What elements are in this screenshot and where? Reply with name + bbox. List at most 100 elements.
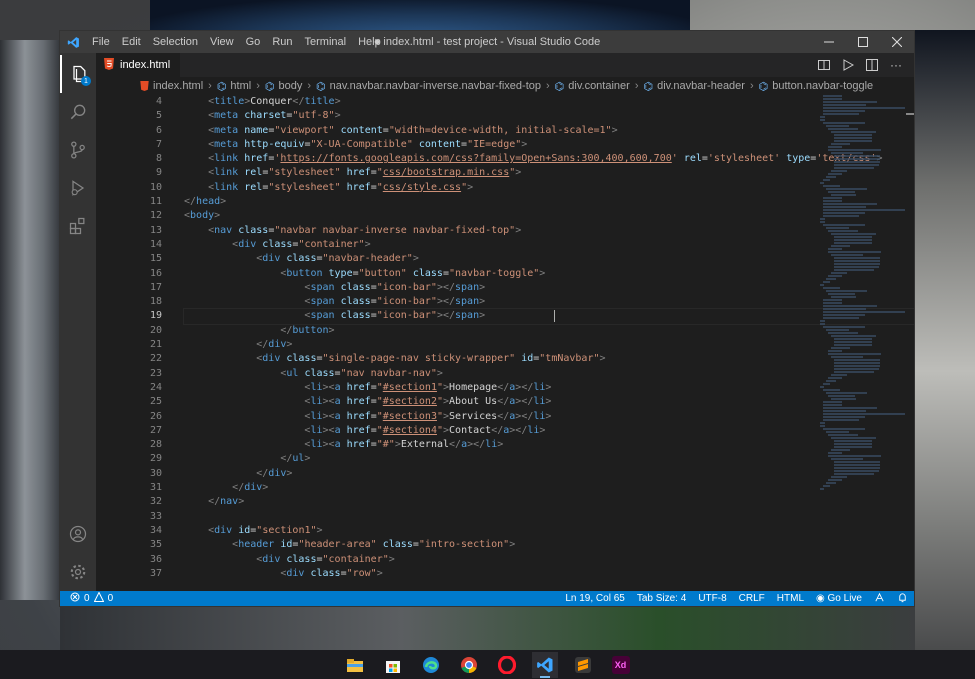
code-line[interactable]: <div class="single-page-nav sticky-wrapp… <box>184 352 914 366</box>
breadcrumb-item[interactable]: ⌬ div.navbar-header <box>644 80 745 93</box>
code-line[interactable]: <div class="row"> <box>184 567 914 581</box>
file-explorer-icon[interactable] <box>342 652 368 678</box>
code-line[interactable] <box>184 510 914 524</box>
code-line[interactable]: </div> <box>184 481 914 495</box>
code-line[interactable]: <body> <box>184 209 914 223</box>
code-line[interactable]: <meta charset="utf-8"> <box>184 109 914 123</box>
code-line[interactable]: </div> <box>184 467 914 481</box>
vscode-taskbar-icon[interactable] <box>531 651 558 678</box>
minimap-line <box>828 452 842 454</box>
code-line[interactable]: <meta http-equiv="X-UA-Compatible" conte… <box>184 138 914 152</box>
maximize-icon[interactable] <box>846 31 880 53</box>
vscode-logo-icon[interactable] <box>60 31 86 53</box>
breadcrumb-item[interactable]: ⌬ html <box>217 80 251 93</box>
menu-go[interactable]: Go <box>240 31 267 53</box>
breadcrumb-item[interactable]: index.html <box>140 80 203 92</box>
code-line[interactable]: <div class="container"> <box>184 238 914 252</box>
minimap-line <box>828 455 881 457</box>
chrome-browser-icon[interactable] <box>456 652 482 678</box>
code-line[interactable]: <nav class="navbar navbar-inverse navbar… <box>184 224 914 238</box>
minimap-line <box>831 398 856 400</box>
breadcrumb-item[interactable]: ⌬ div.container <box>555 80 630 93</box>
minimap-line <box>820 218 826 220</box>
extensions-icon[interactable] <box>60 207 96 245</box>
problems-indicator[interactable]: 0 0 <box>60 591 113 605</box>
menu-view[interactable]: View <box>204 31 240 53</box>
microsoft-store-icon[interactable] <box>380 652 406 678</box>
scrollbar-thumb[interactable] <box>906 113 914 115</box>
vertical-scrollbar[interactable] <box>906 95 914 591</box>
explorer-icon[interactable]: 1 <box>60 55 96 93</box>
code-line[interactable]: <link rel="stylesheet" href="css/style.c… <box>184 181 914 195</box>
source-control-icon[interactable] <box>60 131 96 169</box>
code-line[interactable]: <li><a href="#section1">Homepage</a></li… <box>184 381 914 395</box>
minimap-line <box>820 488 824 490</box>
menu-run[interactable]: Run <box>266 31 298 53</box>
menu-selection[interactable]: Selection <box>147 31 204 53</box>
breadcrumb-item[interactable]: ⌬ body <box>265 80 302 93</box>
html5-file-icon <box>104 57 114 73</box>
code-line[interactable]: <span class="icon-bar"></span> <box>183 308 914 325</box>
code-line[interactable]: <li><a href="#section2">About Us</a></li… <box>184 395 914 409</box>
split-editor-icon[interactable] <box>864 57 880 73</box>
code-editor[interactable]: 4 5 6 7 8 9 10 11 12 13 14 15 16 17 18 19 20 21 22 23 24 25 26… <box>96 95 914 591</box>
code-line[interactable]: <link rel="stylesheet" href="css/bootstr… <box>184 166 914 180</box>
code-line[interactable]: <li><a href="#section4">Contact</a></li> <box>184 424 914 438</box>
code-line[interactable]: </head> <box>184 195 914 209</box>
accounts-icon[interactable] <box>60 515 96 553</box>
code-line[interactable]: </ul> <box>184 452 914 466</box>
code-line[interactable]: </nav> <box>184 495 914 509</box>
adobe-xd-icon[interactable]: Xd <box>608 652 634 678</box>
line-number: 28 <box>149 439 162 451</box>
code-line[interactable]: <div class="navbar-header"> <box>184 252 914 266</box>
feedback-icon[interactable] <box>868 592 891 606</box>
minimap-line <box>820 386 824 388</box>
language-mode[interactable]: HTML <box>771 593 810 604</box>
minimap-line <box>822 122 865 124</box>
line-number: 11 <box>149 196 162 208</box>
code-line[interactable]: <meta name="viewport" content="width=dev… <box>184 124 914 138</box>
code-line[interactable]: </button> <box>184 324 914 338</box>
opera-browser-icon[interactable] <box>494 652 520 678</box>
run-icon[interactable] <box>840 57 856 73</box>
code-line[interactable]: </div> <box>184 338 914 352</box>
minimize-icon[interactable] <box>812 31 846 53</box>
code-line[interactable]: <span class="icon-bar"></span> <box>184 281 914 295</box>
menu-edit[interactable]: Edit <box>116 31 147 53</box>
code-line[interactable]: <button type="button" class="navbar-togg… <box>184 267 914 281</box>
code-line[interactable]: <span class="icon-bar"></span> <box>184 295 914 309</box>
tab-size[interactable]: Tab Size: 4 <box>631 593 692 604</box>
code-line[interactable]: <div id="section1"> <box>184 524 914 538</box>
more-actions-icon[interactable]: ··· <box>888 57 904 73</box>
minimap[interactable] <box>820 95 906 591</box>
code-line[interactable]: <div class="container"> <box>184 553 914 567</box>
tab-index-html[interactable]: index.html <box>96 53 180 77</box>
code-line[interactable]: <header id="header-area" class="intro-se… <box>184 538 914 552</box>
menu-terminal[interactable]: Terminal <box>299 31 353 53</box>
notifications-bell-icon[interactable] <box>891 592 914 606</box>
menu-file[interactable]: File <box>86 31 116 53</box>
breadcrumb-item[interactable]: ⌬ button.navbar-toggle <box>759 80 874 93</box>
code-line[interactable]: <title>Conquer</title> <box>184 95 914 109</box>
cursor-position[interactable]: Ln 19, Col 65 <box>559 593 631 604</box>
code-line[interactable]: <ul class="nav navbar-nav"> <box>184 367 914 381</box>
close-icon[interactable] <box>880 31 914 53</box>
manage-gear-icon[interactable] <box>60 553 96 591</box>
open-preview-icon[interactable] <box>816 57 832 73</box>
sublime-text-icon[interactable] <box>570 652 596 678</box>
code-line[interactable]: <link href='https://fonts.googleapis.com… <box>184 152 914 166</box>
title-bar: File Edit Selection View Go Run Terminal… <box>60 31 914 53</box>
code-line[interactable]: <li><a href="#">External</a></li> <box>184 438 914 452</box>
line-ending[interactable]: CRLF <box>733 593 771 604</box>
code-line[interactable]: <li><a href="#section3">Services</a></li… <box>184 410 914 424</box>
minimap-line <box>822 185 841 187</box>
encoding[interactable]: UTF-8 <box>692 593 732 604</box>
run-debug-icon[interactable] <box>60 169 96 207</box>
search-icon[interactable] <box>60 93 96 131</box>
go-live-button[interactable]: ◉ Go Live <box>810 593 868 604</box>
edge-browser-icon[interactable] <box>418 652 444 678</box>
code-text[interactable]: <title>Conquer</title> <meta charset="ut… <box>168 95 914 591</box>
menu-help[interactable]: Help <box>352 31 387 53</box>
line-number: 10 <box>149 181 162 193</box>
breadcrumb-item[interactable]: ⌬ nav.navbar.navbar-inverse.navbar-fixed-… <box>316 80 541 93</box>
